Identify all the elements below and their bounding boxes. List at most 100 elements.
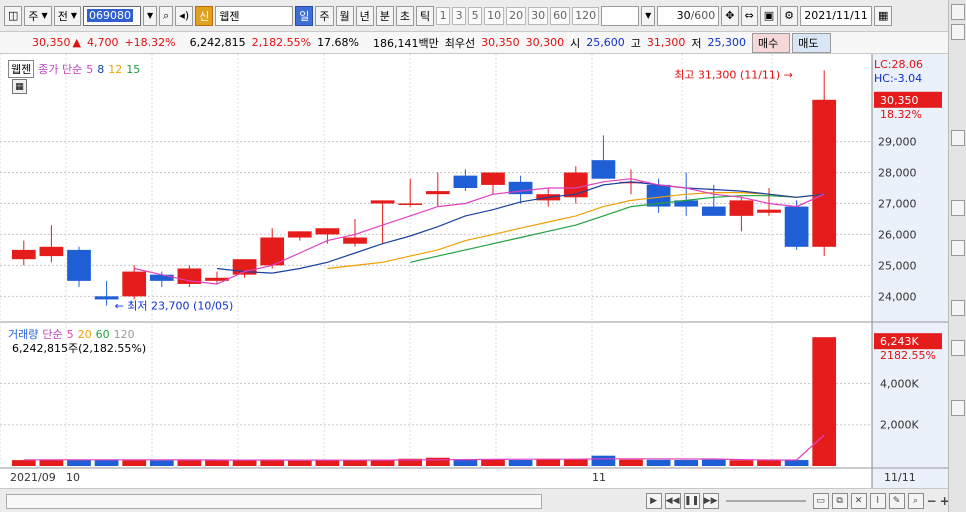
- candle[interactable]: [177, 265, 202, 288]
- zoom-icon[interactable]: ⌕: [907, 492, 924, 509]
- period-second-tab[interactable]: 초: [395, 5, 414, 26]
- scroll-track[interactable]: [6, 494, 542, 509]
- volume-bar[interactable]: [94, 459, 119, 466]
- interval-30[interactable]: 30: [528, 6, 549, 25]
- x-axis-right-date: 11/11: [884, 471, 916, 484]
- market-select[interactable]: 주 ▼: [24, 5, 52, 26]
- prev-button[interactable]: 전 ▼: [53, 5, 81, 26]
- vlegend-ma20: 20: [77, 327, 92, 341]
- fit-icon[interactable]: ⇔: [740, 5, 758, 26]
- side-button-3[interactable]: [951, 130, 965, 146]
- draw-icon[interactable]: ✎: [888, 492, 905, 509]
- interval-dropdown-icon[interactable]: ▼: [641, 5, 656, 26]
- period-tick-tab[interactable]: 틱: [416, 5, 435, 26]
- crosshair-icon[interactable]: ✥: [721, 5, 739, 26]
- volume-bar[interactable]: [39, 460, 64, 466]
- candle-body: [812, 99, 837, 247]
- count-input[interactable]: 30/600: [657, 5, 720, 26]
- sound-icon[interactable]: ◂): [175, 5, 194, 26]
- volume-bar[interactable]: [536, 459, 561, 466]
- side-button-5[interactable]: [951, 240, 965, 256]
- interval-3[interactable]: 3: [452, 6, 467, 25]
- side-button-2[interactable]: [951, 24, 965, 40]
- volume-bar[interactable]: [563, 459, 588, 466]
- legend-ma8: 8: [97, 62, 105, 76]
- candle-body: [287, 231, 312, 238]
- toolbar: ◫ 주 ▼ 전 ▼ 069080 ▼ ⌕ ◂) 신 웹젠 일 주 월 년 분 초 틱…: [0, 0, 966, 32]
- volume-bar[interactable]: [205, 459, 229, 466]
- price-tick-label: 25,000: [878, 259, 917, 272]
- chart-area[interactable]: 24,000 25,000 26,000 27,000 28,000 29,000 2,0…: [0, 54, 948, 488]
- date-input[interactable]: 2021/11/11: [800, 5, 872, 26]
- side-button-1[interactable]: [951, 4, 965, 20]
- copy-icon[interactable]: ⧉: [831, 492, 848, 509]
- play-icon[interactable]: ▶: [645, 492, 662, 509]
- price-tick-label: 24,000: [878, 290, 917, 303]
- save-icon[interactable]: ▣: [759, 5, 779, 26]
- volume-bar[interactable]: [646, 459, 671, 466]
- cross-icon[interactable]: ✕: [850, 492, 867, 509]
- candle-body: [370, 200, 395, 204]
- volume-bar[interactable]: [425, 457, 450, 466]
- low-annotation: ← 최저 23,700 (10/05): [115, 300, 234, 313]
- volume-ratio: 2,182.55%: [251, 36, 312, 49]
- table-icon[interactable]: ▦: [12, 79, 27, 94]
- volume-bar[interactable]: [260, 459, 285, 466]
- volume-bar[interactable]: [122, 460, 147, 466]
- stock-code-input[interactable]: 069080: [82, 5, 141, 26]
- volume-bar[interactable]: [812, 337, 837, 466]
- volume-bar[interactable]: [701, 459, 726, 466]
- search-icon[interactable]: ⌕: [159, 5, 174, 26]
- period-year-tab[interactable]: 년: [355, 5, 374, 26]
- interval-120[interactable]: 120: [572, 6, 600, 25]
- volume-bar[interactable]: [784, 460, 809, 466]
- volume-bar[interactable]: [287, 460, 312, 466]
- volume-bar[interactable]: [11, 460, 36, 466]
- volume-bar[interactable]: [177, 460, 202, 466]
- chart-menu-icon[interactable]: ◫: [4, 5, 23, 26]
- volume-bar[interactable]: [729, 460, 754, 466]
- layout-icon[interactable]: ▭: [812, 492, 829, 509]
- candle[interactable]: [784, 200, 809, 250]
- zoom-slider[interactable]: [725, 499, 806, 502]
- side-button-6[interactable]: [951, 300, 965, 316]
- volume-bar[interactable]: [591, 455, 616, 466]
- volume-bar[interactable]: [619, 459, 643, 466]
- volume-bar[interactable]: [149, 460, 174, 466]
- calendar-icon[interactable]: ▦: [874, 5, 893, 26]
- zoom-out-icon[interactable]: −: [927, 494, 937, 508]
- candle-body: [398, 203, 423, 205]
- volume-bar[interactable]: [757, 460, 781, 466]
- buy-button[interactable]: 매수: [752, 32, 791, 53]
- volume-value-label: 6,243K: [880, 335, 919, 348]
- pause-icon[interactable]: ❚❚: [683, 492, 700, 509]
- price-tick-label: 27,000: [878, 197, 917, 210]
- trend-icon[interactable]: ⌇: [869, 492, 886, 509]
- interval-60[interactable]: 60: [550, 6, 571, 25]
- gear-icon[interactable]: ⚙: [780, 5, 798, 26]
- side-button-4[interactable]: [951, 200, 965, 216]
- interval-5[interactable]: 5: [468, 6, 483, 25]
- change-amount: 4,700: [86, 36, 119, 49]
- side-button-8[interactable]: [951, 400, 965, 416]
- sell-button[interactable]: 매도: [792, 32, 831, 53]
- forward-icon[interactable]: ▶▶: [702, 492, 719, 509]
- period-day-tab[interactable]: 일: [295, 5, 314, 26]
- volume-bar[interactable]: [67, 459, 91, 466]
- period-month-tab[interactable]: 월: [335, 5, 354, 26]
- volume-bar[interactable]: [674, 460, 699, 466]
- interval-20[interactable]: 20: [506, 6, 527, 25]
- code-dropdown-icon[interactable]: ▼: [142, 5, 158, 26]
- side-button-7[interactable]: [951, 340, 965, 356]
- volume-bar[interactable]: [508, 460, 533, 466]
- interval-custom-input[interactable]: [601, 5, 640, 26]
- volume-bar[interactable]: [232, 460, 257, 466]
- period-minute-tab[interactable]: 분: [375, 5, 394, 26]
- interval-10[interactable]: 10: [484, 6, 505, 25]
- period-week-tab[interactable]: 주: [315, 5, 334, 26]
- volume-bar[interactable]: [343, 460, 367, 466]
- volume-bar[interactable]: [481, 459, 505, 466]
- interval-1[interactable]: 1: [436, 6, 451, 25]
- volume-bar[interactable]: [315, 460, 340, 466]
- rewind-icon[interactable]: ◀◀: [664, 492, 681, 509]
